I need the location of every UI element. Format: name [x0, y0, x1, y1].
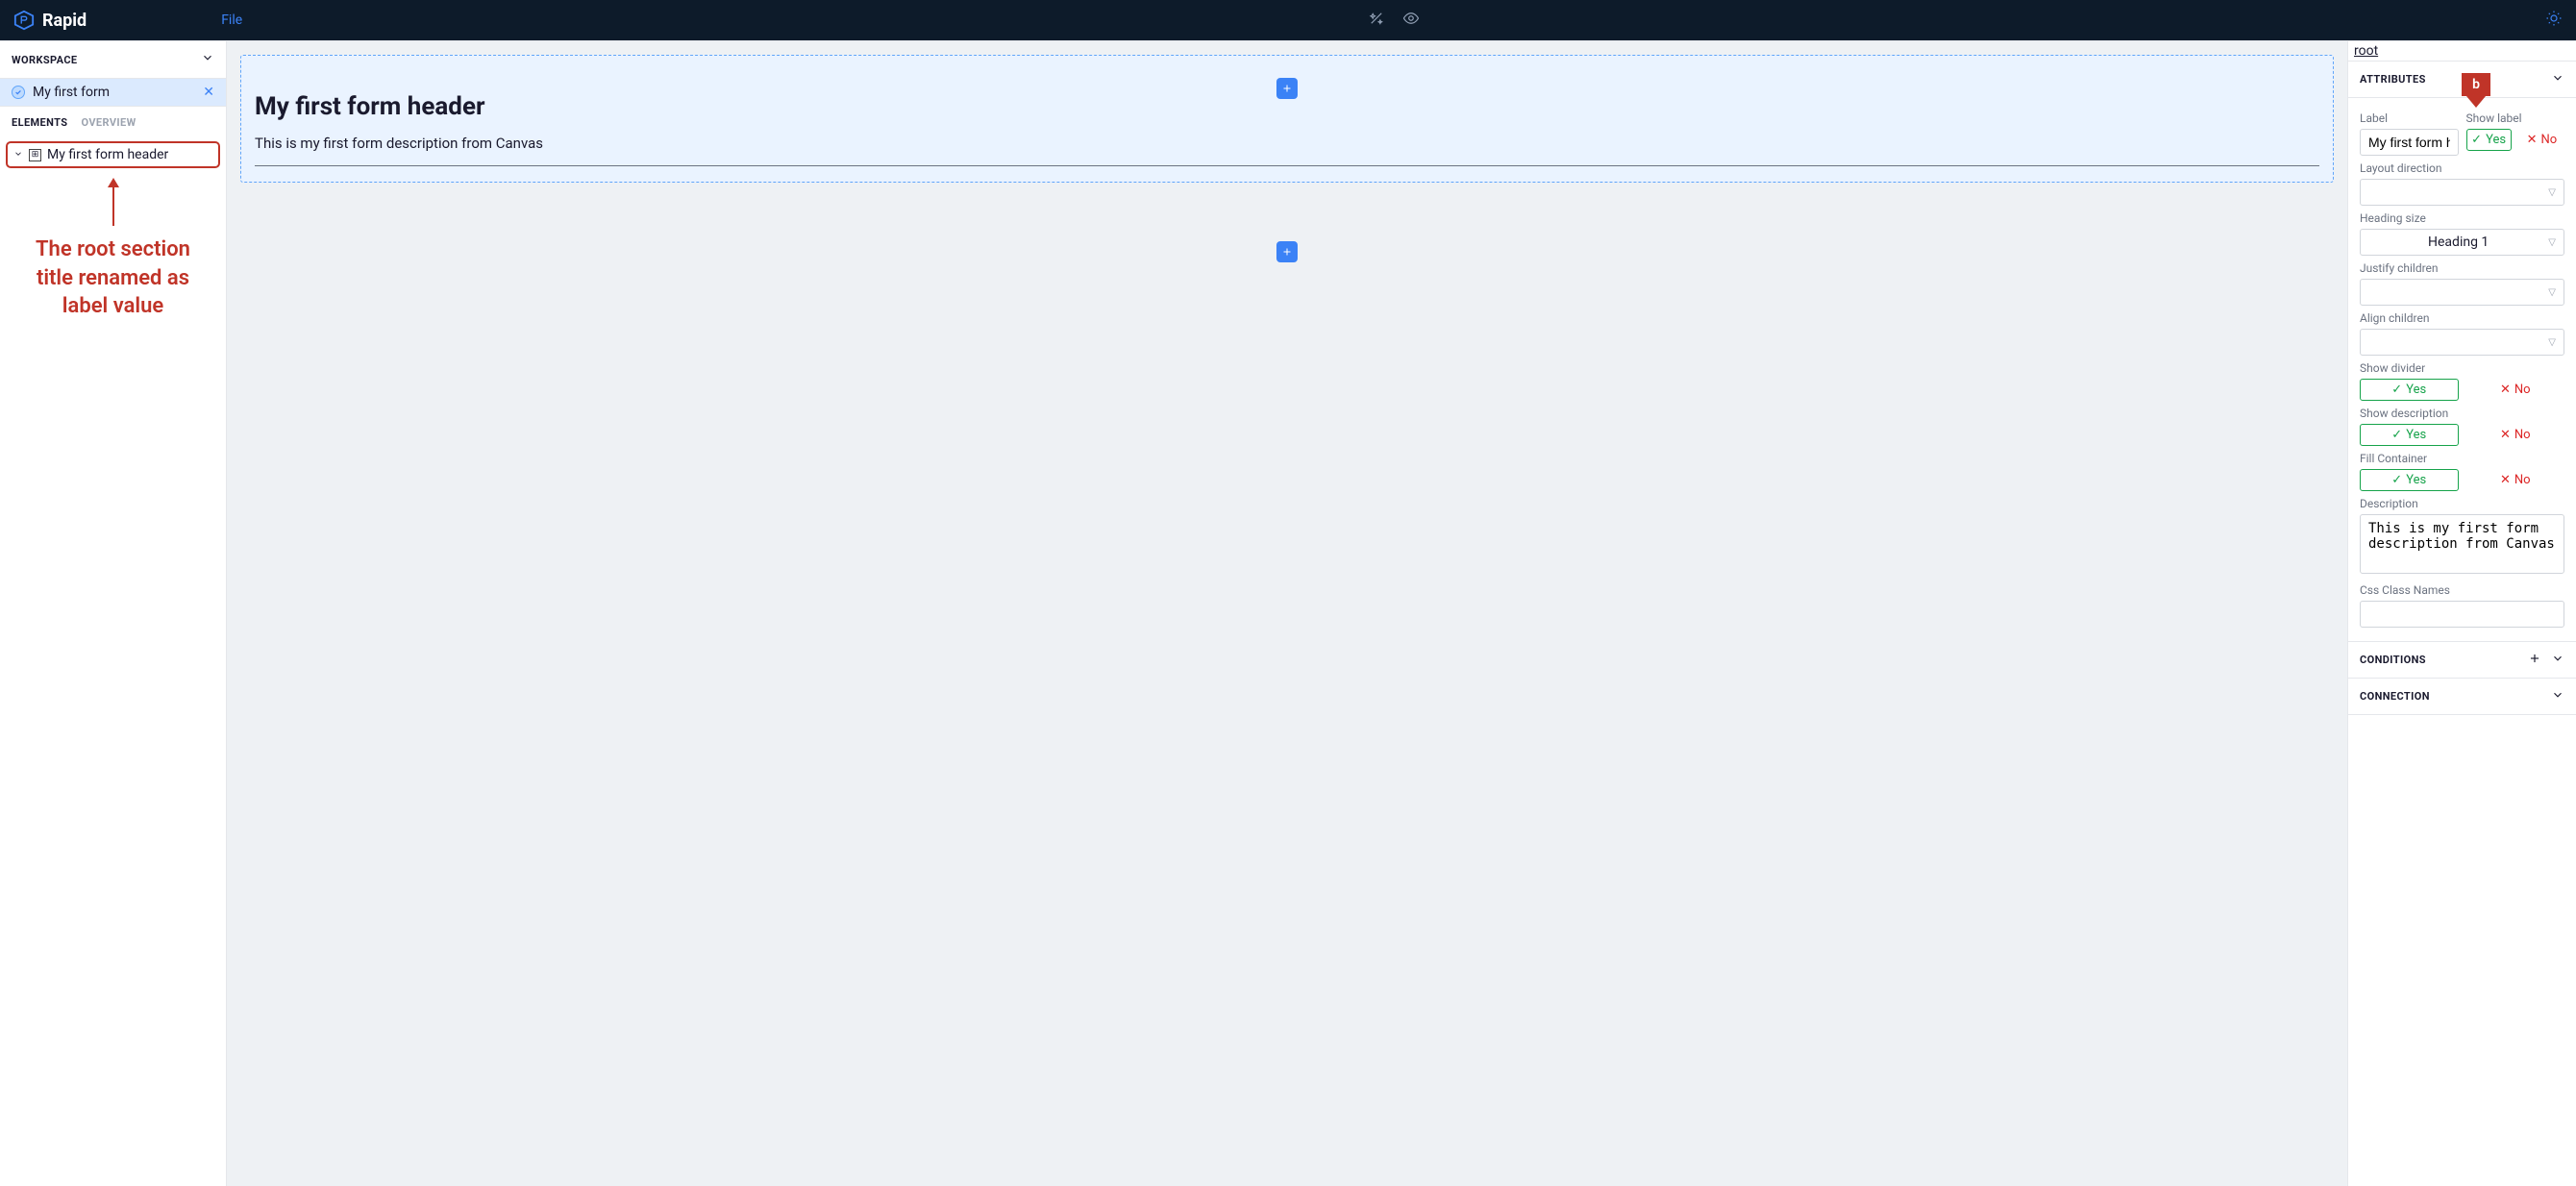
conditions-section-label: CONDITIONS	[2360, 654, 2426, 666]
annotation-marker-e: e	[2347, 255, 2348, 284]
workspace-section-label: WORKSPACE	[12, 54, 78, 66]
brand-logo: Rapid	[13, 10, 87, 31]
layout-direction-select[interactable]: ▽	[2360, 179, 2564, 206]
chevron-down-icon	[2551, 688, 2564, 704]
annotation-marker-d: d	[2347, 213, 2348, 242]
canvas-selected-section[interactable]: My first form header This is my first fo…	[240, 55, 2334, 183]
annotation-marker-i: i	[2347, 420, 2348, 449]
annotation-marker-f: f	[2347, 296, 2348, 325]
attributes-section-label: ATTRIBUTES	[2360, 73, 2426, 86]
add-element-top-button[interactable]	[1276, 78, 1298, 99]
brand-text: Rapid	[42, 11, 87, 31]
conditions-section-header[interactable]: CONDITIONS	[2348, 641, 2576, 679]
description-textarea[interactable]	[2360, 514, 2564, 574]
fill-yes-button[interactable]: ✓Yes	[2360, 469, 2459, 491]
annotation-marker-h: h	[2347, 379, 2348, 408]
logo-icon	[13, 10, 35, 31]
annotation-marker-k: k	[2347, 546, 2348, 575]
attributes-section-body: Label Show label ✓Yes ✕No Layout directi…	[2348, 98, 2576, 641]
chevron-down-icon	[13, 148, 23, 161]
showdesc-no-button[interactable]: ✕No	[2466, 424, 2565, 446]
topbar: Rapid File	[0, 0, 2576, 40]
tree-root-item[interactable]: ⊞ My first form header	[6, 141, 220, 168]
chevron-down-icon	[2551, 71, 2564, 87]
attr-justify-label: Justify children	[2360, 261, 2564, 275]
check-circle-icon	[12, 86, 25, 99]
close-icon[interactable]: ✕	[203, 85, 214, 100]
annotation-marker-b: b	[2462, 73, 2490, 108]
attr-fill-label: Fill Container	[2360, 452, 2564, 465]
connection-section-label: CONNECTION	[2360, 690, 2430, 703]
right-sidebar: b a c d e f g h i j k root ATTRIBUTES La…	[2347, 41, 2576, 1186]
breadcrumb-root[interactable]: root	[2348, 41, 2576, 61]
showlabel-yes-button[interactable]: ✓Yes	[2466, 129, 2512, 151]
showdesc-yes-button[interactable]: ✓Yes	[2360, 424, 2459, 446]
annotation-arrow	[0, 178, 226, 226]
left-sidebar: WORKSPACE My first form ✕ ELEMENTS OVERV…	[0, 41, 227, 1186]
attr-showdivider-label: Show divider	[2360, 361, 2564, 375]
magic-wand-icon[interactable]	[1368, 10, 1385, 31]
tree-item-label: My first form header	[47, 147, 168, 162]
connection-section-header[interactable]: CONNECTION	[2348, 679, 2576, 715]
showdivider-no-button[interactable]: ✕No	[2466, 379, 2565, 401]
tab-elements[interactable]: ELEMENTS	[12, 116, 67, 129]
tab-overview[interactable]: OVERVIEW	[81, 116, 136, 129]
chevron-down-icon	[201, 51, 214, 68]
heading-size-select[interactable]: Heading 1▽	[2360, 229, 2564, 256]
showlabel-no-button[interactable]: ✕No	[2519, 129, 2564, 151]
form-divider	[255, 165, 2319, 166]
annotation-marker-j: j	[2347, 481, 2348, 509]
label-input[interactable]	[2360, 129, 2459, 156]
form-description: This is my first form description from C…	[255, 135, 2319, 152]
file-menu[interactable]: File	[221, 12, 242, 28]
annotation-text: The root section title renamed as label …	[0, 226, 226, 331]
attr-desc-label: Description	[2360, 497, 2564, 510]
attr-label-label: Label	[2360, 111, 2459, 125]
annotation-marker-c: c	[2347, 172, 2348, 201]
attr-align-label: Align children	[2360, 311, 2564, 325]
attr-layout-label: Layout direction	[2360, 161, 2564, 175]
annotation-marker-g: g	[2347, 337, 2348, 366]
align-children-select[interactable]: ▽	[2360, 329, 2564, 356]
attr-showlabel-label: Show label	[2466, 111, 2565, 125]
fill-no-button[interactable]: ✕No	[2466, 469, 2565, 491]
workspace-section-header[interactable]: WORKSPACE	[0, 41, 226, 78]
canvas[interactable]: My first form header This is my first fo…	[227, 41, 2347, 1186]
annotation-marker-a: a	[2347, 131, 2348, 160]
eye-icon[interactable]	[1402, 10, 1420, 31]
attr-showdesc-label: Show description	[2360, 407, 2564, 420]
workspace-item-label: My first form	[33, 85, 203, 100]
plus-icon[interactable]	[2528, 652, 2541, 668]
css-class-input[interactable]	[2360, 601, 2564, 628]
showdivider-yes-button[interactable]: ✓Yes	[2360, 379, 2459, 401]
workspace-item[interactable]: My first form ✕	[0, 78, 226, 107]
add-element-bottom-button[interactable]	[1276, 241, 1298, 262]
attr-css-label: Css Class Names	[2360, 583, 2564, 597]
sun-icon[interactable]	[2545, 10, 2563, 31]
attr-heading-label: Heading size	[2360, 211, 2564, 225]
chevron-down-icon	[2551, 652, 2564, 668]
section-icon: ⊞	[29, 149, 41, 161]
justify-children-select[interactable]: ▽	[2360, 279, 2564, 306]
